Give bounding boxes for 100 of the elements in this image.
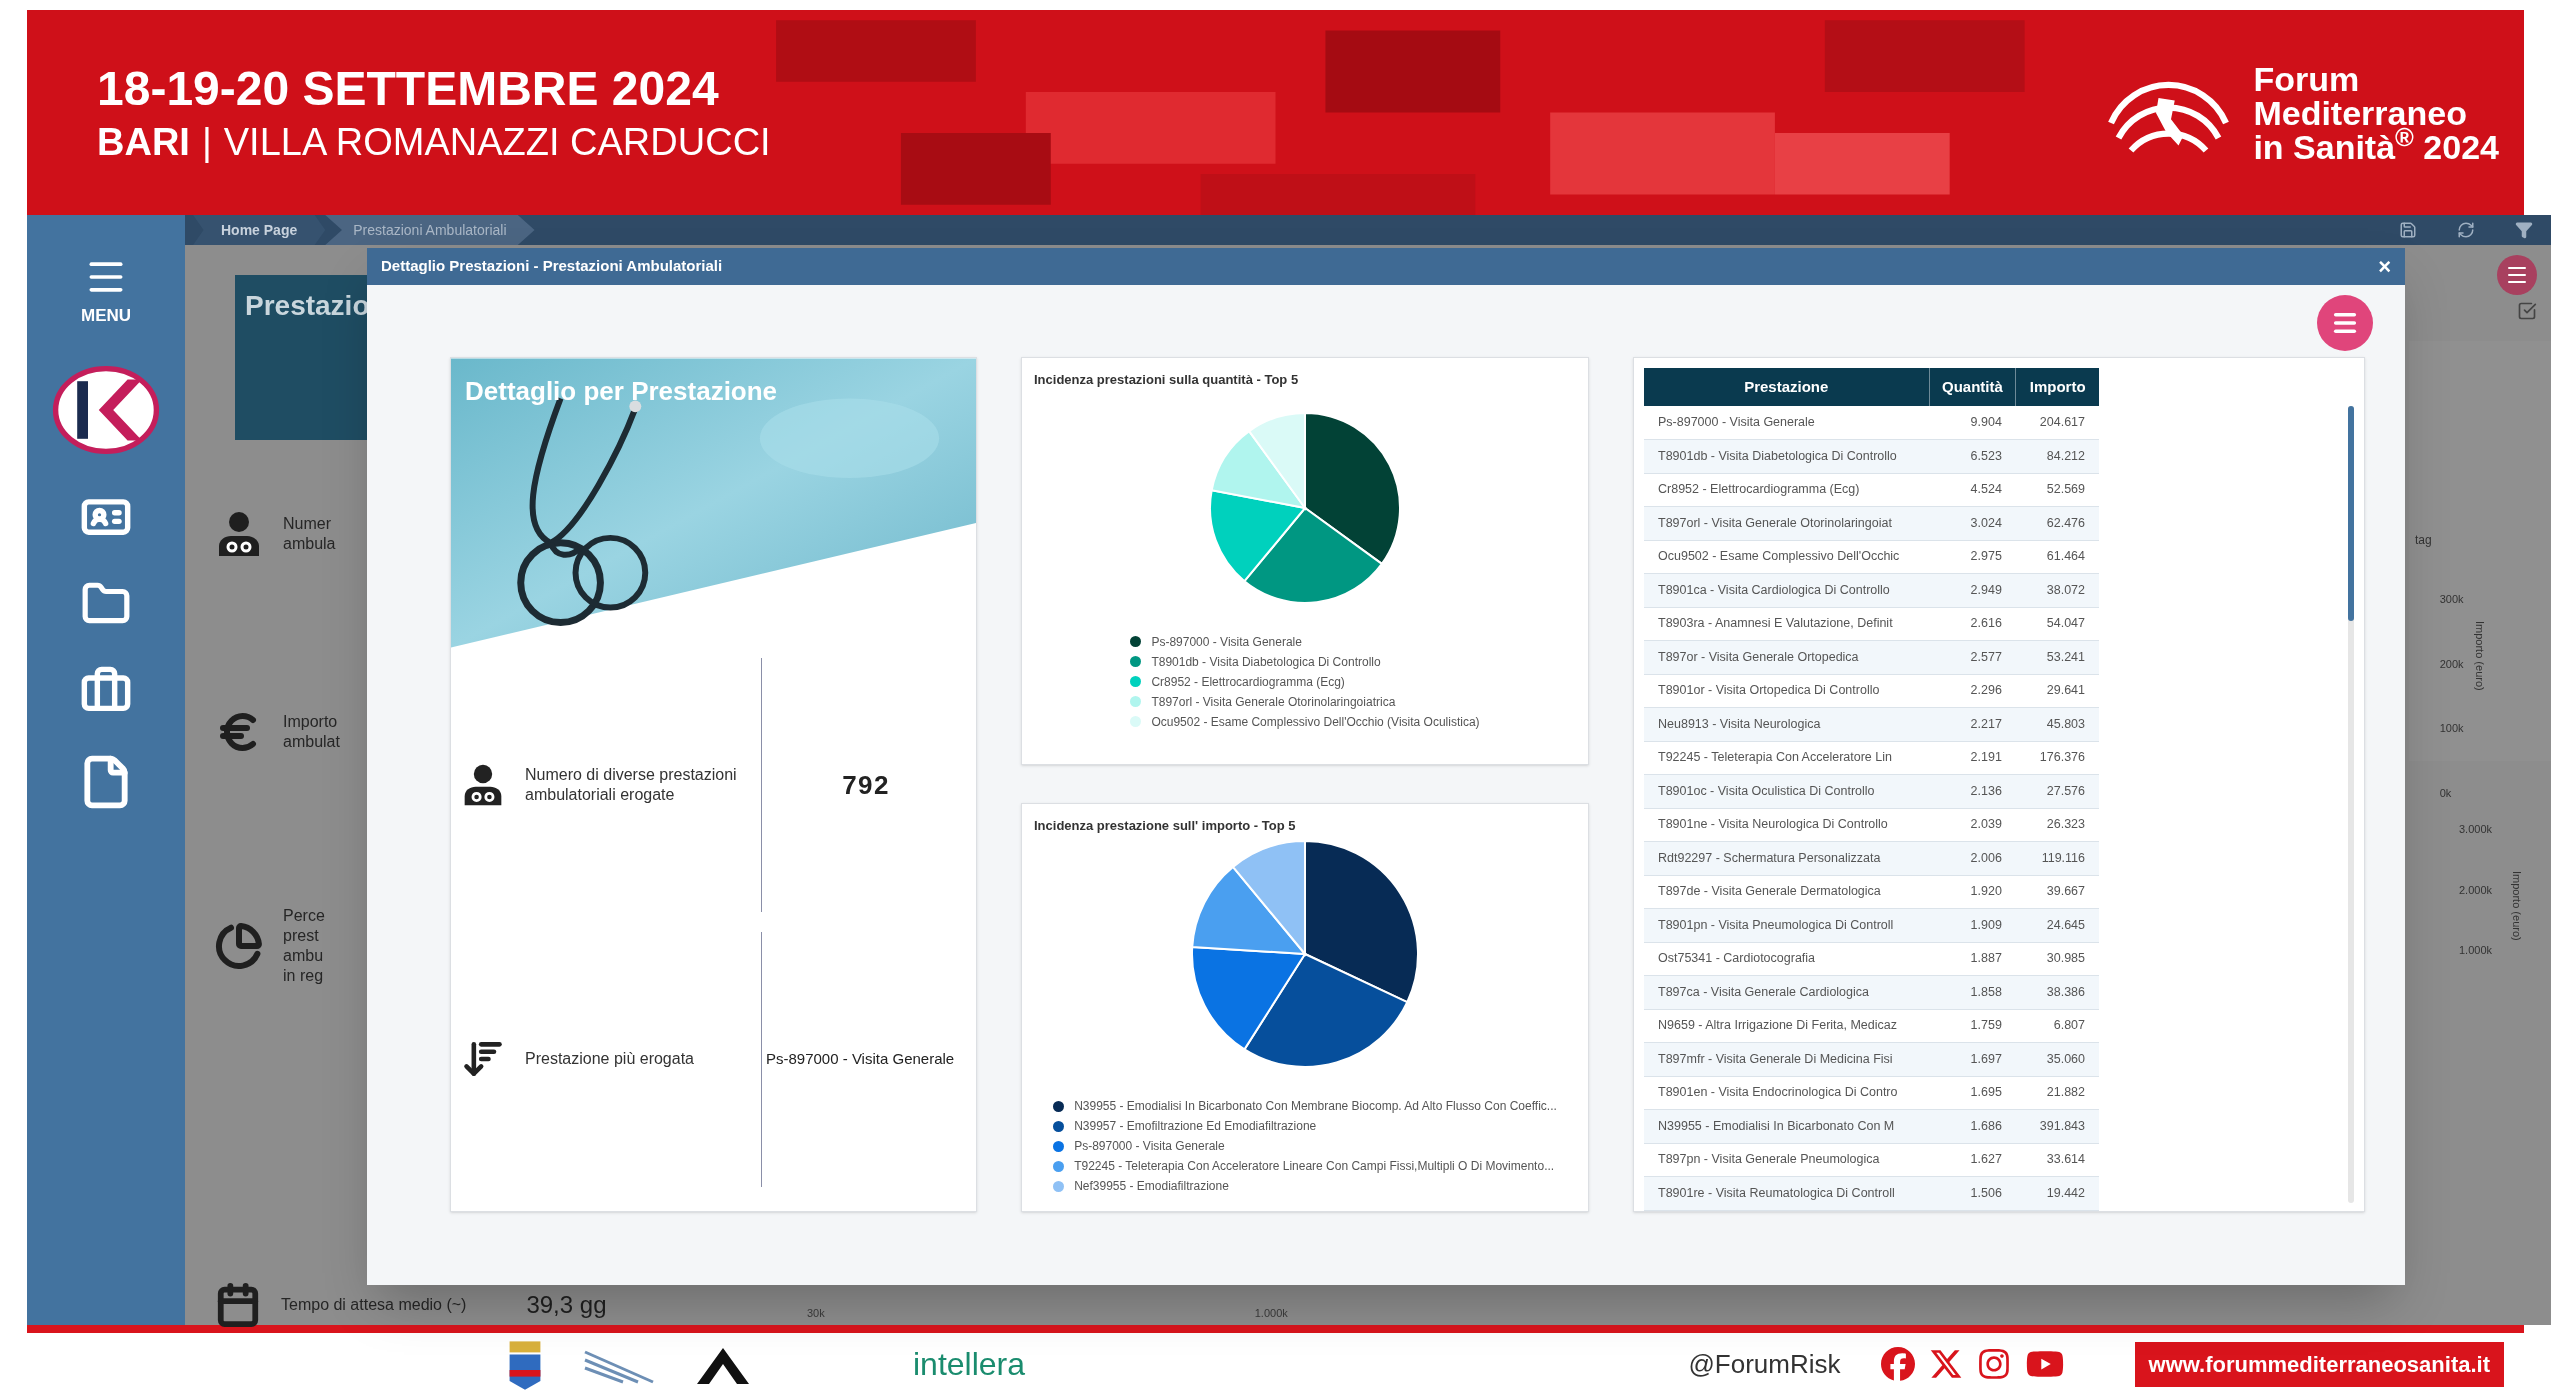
kpi-label: Importo [283,712,339,732]
table-cell: 1.887 [1929,942,2016,976]
legend-label: T897orl - Visita Generale Otorinolaringoiatrica [1151,693,1396,711]
table-cell: 35.060 [2015,1042,2099,1076]
table-cell: N39955 - Emodialisi In Bicarbonato Con M [1644,1109,1929,1143]
x-icon[interactable] [1928,1347,1963,1381]
table-cell: 62.476 [2015,506,2099,540]
table-cell: Ost75341 - Cardiotocografia [1644,942,1929,976]
chart-title: Incidenza prestazione sull' importo - Top 5 [1034,817,1297,836]
kpi-value: Ps-897000 - Visita Generale [766,1050,956,1069]
table-cell: Cr8952 - Elettrocardiogramma (Ecg) [1644,473,1929,507]
table-cell: 2.039 [1929,808,2016,842]
table-cell: 29.641 [2015,674,2099,708]
axis-tick: 0k [2439,785,2453,801]
table-cell: T8901ca - Visita Cardiologica Di Controllo [1644,573,1929,607]
k-logo-icon[interactable] [52,364,160,455]
table-cell: Neu8913 - Visita Neurologica [1644,707,1929,741]
legend-label: T8901db - Visita Diabetologica Di Controllo [1151,653,1381,671]
table-cell: T8903ra - Anamnesi E Valutazione, Definit [1644,607,1929,641]
table-cell: 9.904 [1929,406,2016,440]
panel-title: Prestazio [245,290,370,321]
kpi-label: Numero di diverse prestazioni ambulatoriali erogate [525,765,738,806]
table-cell: 30.985 [2015,942,2099,976]
menu-button[interactable]: MENU [70,255,142,329]
close-button[interactable]: × [2378,255,2391,278]
legend-label: Ps-897000 - Visita Generale [1074,1138,1225,1156]
table-cell: 6.523 [1929,439,2016,473]
table-cell: 53.241 [2015,640,2099,674]
axis-title: Importo (euro) [2509,871,2524,941]
kpi-label: ambula [283,534,336,554]
table-cell: T897de - Visita Generale Dermatologica [1644,875,1929,909]
event-venue: VILLA ROMANAZZI CARDUCCI [223,119,771,165]
legend-label: Ocu9502 - Esame Complessivo Dell'Occhio (Visita Oculistica) [1151,713,1480,731]
table-cell: 2.191 [1929,741,2016,775]
table-cell: Ocu9502 - Esame Complessivo Dell'Occhic [1644,540,1929,574]
table-cell: 2.217 [1929,707,2016,741]
axis-tick: 1.000k [2459,943,2493,958]
instagram-icon[interactable] [1976,1347,2011,1381]
table-cell: 38.072 [2015,573,2099,607]
checkbox-icon[interactable] [2517,301,2537,321]
event-dates: 18-19-20 SETTEMBRE 2024 [97,60,720,117]
table-cell: 2.949 [1929,573,2016,607]
logo-text: Forum [2253,61,2361,96]
filter-icon[interactable] [2515,221,2533,239]
table-cell: 2.975 [1929,540,2016,574]
table-cell: T8901db - Visita Diabetologica Di Controllo [1644,439,1929,473]
menu-icon[interactable] [2497,255,2537,295]
table-cell: Ps-897000 - Visita Generale [1644,406,1929,440]
social-handle: @ForumRisk [1688,1347,1841,1381]
table-cell: 38.386 [2015,975,2099,1009]
table-cell: 2.006 [1929,841,2016,875]
scrollbar[interactable] [2348,406,2354,1203]
website-link[interactable]: www.forummediterraneosanita.it [2134,1341,2504,1387]
facebook-icon[interactable] [1880,1347,1915,1381]
kpi-label: ambulat [283,732,340,752]
save-icon[interactable] [2399,221,2417,239]
table-cell: 24.645 [2015,908,2099,942]
table-cell: 6.807 [2015,1009,2099,1043]
refresh-icon[interactable] [2457,221,2475,239]
event-city: BARI [97,119,190,165]
dialog-title: Dettaglio Prestazioni - Prestazioni Ambulatoriali [381,256,723,277]
table-cell: 19.442 [2015,1176,2099,1210]
table-cell: 1.759 [1929,1009,2016,1043]
table-cell: 1.697 [1929,1042,2016,1076]
table-cell: 176.376 [2015,741,2099,775]
kpi-label: ambu [283,946,325,966]
breadcrumb[interactable]: Home Page [193,215,326,245]
table-cell: 1.627 [1929,1143,2016,1177]
table-cell: 1.695 [1929,1076,2016,1110]
table-cell: 2.616 [1929,607,2016,641]
axis-tick: 100k [2439,721,2464,736]
legend-label: Nef39955 - Emodiafiltrazione [1074,1178,1229,1196]
table-cell: 4.524 [1929,473,2016,507]
table-cell: T897mfr - Visita Generale Di Medicina Fisi [1644,1042,1929,1076]
table-cell: T8901ne - Visita Neurologica Di Controllo [1644,808,1929,842]
table-cell: T8901oc - Visita Oculistica Di Controllo [1644,774,1929,808]
table-cell: T8901en - Visita Endocrinologica Di Contro [1644,1076,1929,1110]
logo-text: in Sanità$^{®}$ 2024 [2253,129,2499,164]
table-cell: 61.464 [2015,540,2099,574]
table-cell: 39.667 [2015,875,2099,909]
axis-tick: 300k [2439,592,2464,607]
sponsor-name: intellera [912,1348,1026,1380]
breadcrumb[interactable]: Prestazioni Ambulatoriali [325,215,535,245]
legend-label: Cr8952 - Elettrocardiogramma (Ecg) [1151,673,1345,691]
table-cell: 26.323 [2015,808,2099,842]
table-cell: 2.136 [1929,774,2016,808]
menu-button[interactable] [2317,295,2373,351]
legend-label: N39955 - Emodialisi In Bicarbonato Con Membrane Biocomp. Ad Alto Flusso Con Coeffic... [1074,1098,1557,1116]
kpi-label: Perce [283,906,325,926]
table-cell: 84.212 [2015,439,2099,473]
chart-title: Incidenza prestazioni sulla quantità - Top 5 [1034,371,1300,389]
table-cell: T8901re - Visita Reumatologica Di Controll [1644,1176,1929,1210]
table-cell: N9659 - Altra Irrigazione Di Ferita, Medicaz [1644,1009,1929,1043]
table-cell: 27.576 [2015,774,2099,808]
table-cell: T92245 - Teleterapia Con Acceleratore Lin [1644,741,1929,775]
axis-title: Importo (euro) [2473,621,2488,691]
table-cell: T897pn - Visita Generale Pneumologica [1644,1143,1929,1177]
kpi-label: Tempo di attesa medio (~) [281,1295,467,1315]
legend-label: N39957 - Emofiltrazione Ed Emodiafiltrazione [1074,1118,1317,1136]
table-cell: T8901pn - Visita Pneumologica Di Controll [1644,908,1929,942]
